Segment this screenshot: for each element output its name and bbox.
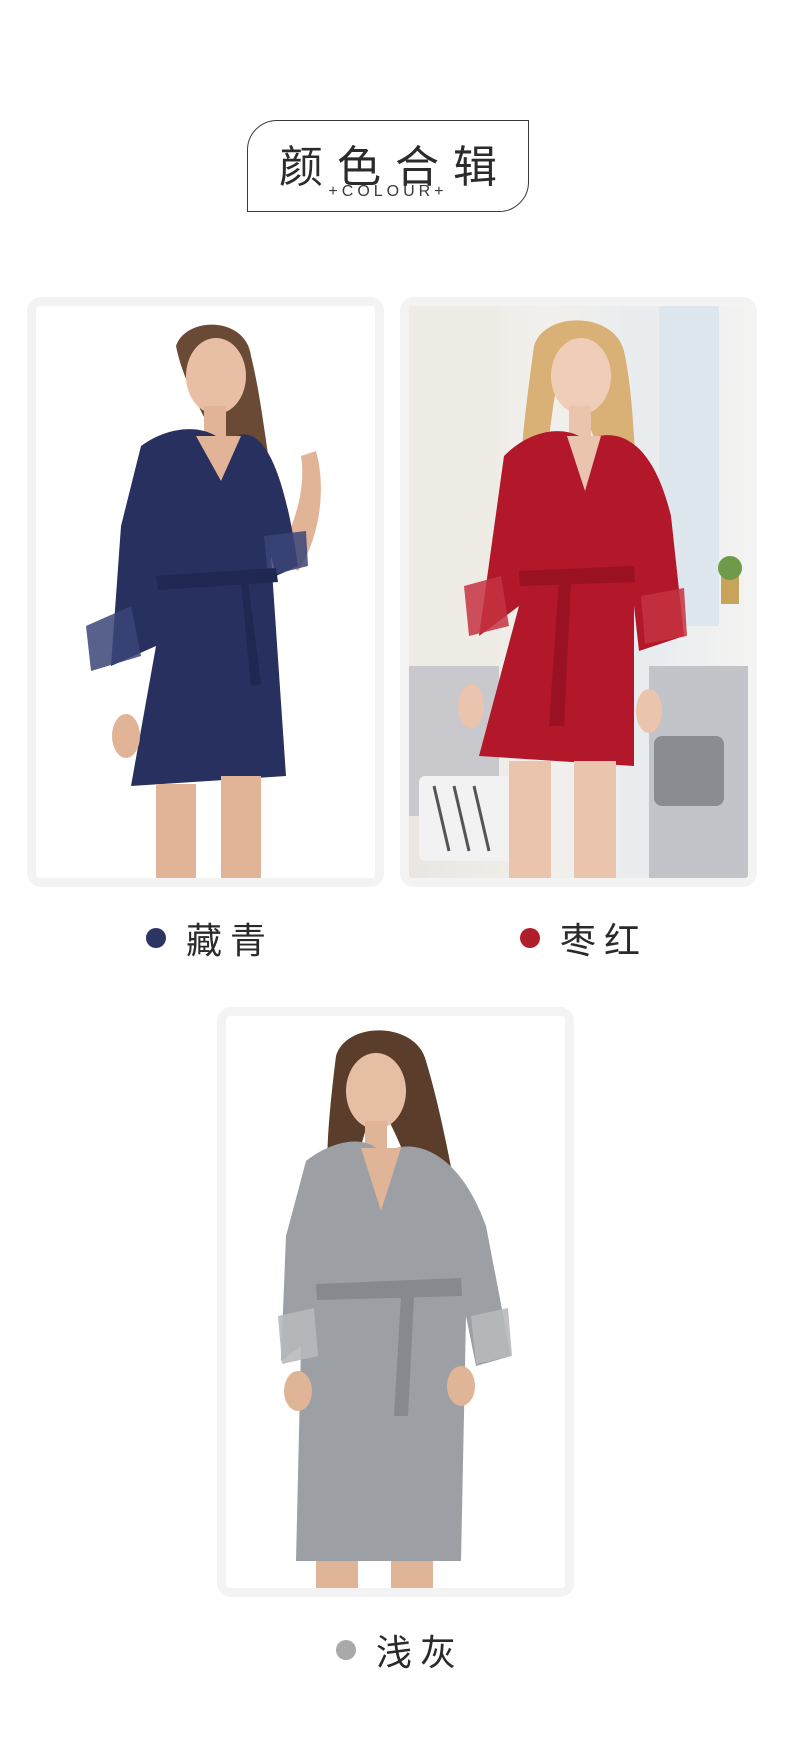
color-label-navy: 藏青: [186, 921, 275, 962]
color-option-red[interactable]: 枣红: [520, 912, 648, 964]
navy-robe-photo: [36, 306, 375, 878]
navy-robe-illustration: [86, 324, 321, 878]
red-robe-photo: [409, 306, 748, 878]
color-label-red: 枣红: [560, 921, 649, 962]
navy-swatch-icon: [146, 928, 166, 948]
red-swatch-icon: [520, 928, 540, 948]
grey-swatch-icon: [336, 1640, 356, 1660]
color-label-grey: 浅灰: [376, 1633, 465, 1674]
color-option-navy[interactable]: 藏青: [146, 912, 274, 964]
grey-robe-illustration: [278, 1030, 512, 1588]
section-subtitle: +COLOUR+: [328, 183, 448, 200]
product-card-navy[interactable]: [27, 297, 384, 887]
color-option-grey[interactable]: 浅灰: [336, 1624, 464, 1676]
product-card-red[interactable]: [400, 297, 757, 887]
product-card-grey[interactable]: [217, 1007, 574, 1597]
section-title-box: 颜色合辑 +COLOUR+: [247, 120, 529, 212]
red-robe-illustration: [409, 306, 748, 878]
grey-robe-photo: [226, 1016, 565, 1588]
